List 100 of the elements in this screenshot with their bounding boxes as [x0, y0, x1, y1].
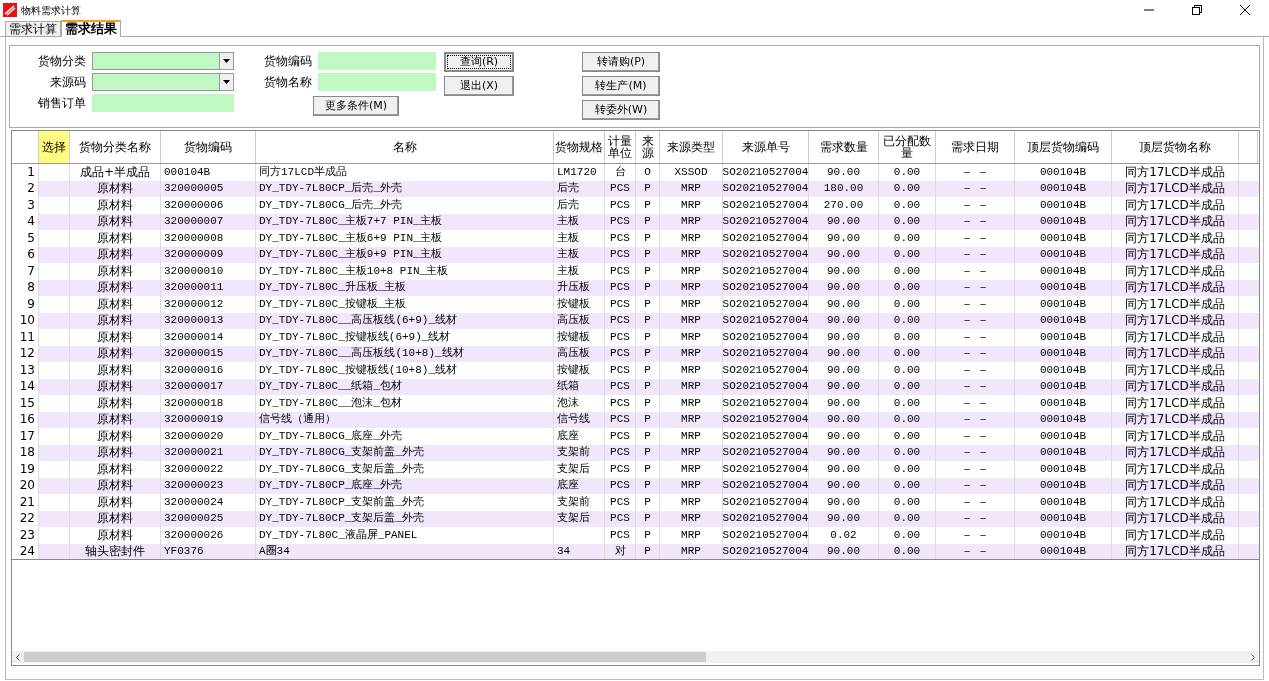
- table-cell: － －: [961, 527, 989, 543]
- column-header[interactable]: 来源: [636, 131, 660, 163]
- more-conditions-button[interactable]: 更多条件(M): [313, 96, 399, 116]
- table-cell: 原材料: [97, 494, 133, 510]
- field-label: 来源码: [49, 74, 87, 91]
- restore-icon[interactable]: [1192, 5, 1202, 15]
- column-header[interactable]: 货物编码: [161, 131, 256, 163]
- table-cell: 原材料: [97, 346, 133, 362]
- column-header[interactable]: 货物规格: [554, 131, 605, 163]
- column-header[interactable]: 已分配数量: [879, 131, 936, 163]
- column-header[interactable]: 需求日期: [936, 131, 1015, 163]
- table-cell: 0.00: [893, 181, 921, 197]
- button[interactable]: 转生产(M): [582, 76, 660, 96]
- table-cell: 000104B: [1039, 461, 1087, 477]
- table-cell: 原材料: [97, 478, 133, 494]
- table-cell: 同方17LCD半成品: [1125, 461, 1225, 477]
- table-cell: SO20210527004: [723, 511, 808, 527]
- table-cell: 000104B: [1039, 445, 1087, 461]
- table-cell: MRP: [681, 379, 701, 395]
- button[interactable]: 转委外(W): [582, 100, 660, 120]
- button[interactable]: 退出(X): [444, 76, 514, 96]
- table-cell: 90.00: [827, 346, 860, 362]
- scroll-right-icon[interactable]: [1251, 653, 1255, 661]
- table-cell: 同方17LCD半成品: [1125, 296, 1225, 312]
- table-cell: MRP: [681, 214, 701, 230]
- table-cell: 000104B: [1039, 395, 1087, 411]
- table-cell: LM1720: [557, 164, 597, 180]
- tab[interactable]: 需求结果: [61, 20, 121, 37]
- table-cell: － －: [961, 181, 989, 197]
- scrollbar-thumb[interactable]: [24, 652, 706, 662]
- table-cell: P: [644, 247, 651, 263]
- table-cell: 原材料: [97, 379, 133, 395]
- table-cell: 320000017: [164, 379, 224, 395]
- table-cell: 320000026: [164, 527, 224, 543]
- table-cell: 320000023: [164, 478, 224, 494]
- table-cell: SO20210527004: [723, 164, 808, 180]
- column-header[interactable]: 来源类型: [660, 131, 723, 163]
- row-number: 8: [27, 280, 35, 296]
- scroll-left-icon[interactable]: [16, 653, 20, 661]
- tab[interactable]: 需求计算: [5, 21, 61, 36]
- close-icon[interactable]: [1240, 5, 1250, 15]
- table-cell: 90.00: [827, 511, 860, 527]
- table-cell: 000104B: [1039, 313, 1087, 329]
- table-cell: － －: [961, 280, 989, 296]
- table-cell: 0.00: [893, 412, 921, 428]
- table-cell: 0.00: [893, 280, 921, 296]
- table-cell: 000104B: [1039, 494, 1087, 510]
- table-cell: 90.00: [827, 214, 860, 230]
- table-cell: 同方17LCD半成品: [1125, 412, 1225, 428]
- table-cell: 90.00: [827, 263, 860, 279]
- table-cell: － －: [961, 543, 989, 559]
- table-cell: P: [644, 511, 651, 527]
- table-cell: 0.00: [893, 197, 921, 213]
- table-cell: 对: [614, 543, 626, 559]
- table-cell: 000104B: [1039, 379, 1087, 395]
- table-cell: 原材料: [97, 428, 133, 444]
- table-cell: 原材料: [97, 329, 133, 345]
- column-header[interactable]: 名称: [256, 131, 554, 163]
- table-cell: MRP: [681, 329, 701, 345]
- column-header[interactable]: 顶层货物名称: [1112, 131, 1239, 163]
- row-number: 4: [27, 214, 35, 230]
- table-cell: 320000013: [164, 313, 224, 329]
- table-cell: 按键板: [557, 362, 590, 378]
- table-cell: 按键板: [557, 296, 590, 312]
- table-cell: DY_TDY-7L80C_主板7+7 PIN_主板: [259, 214, 442, 230]
- table-cell: PCS: [610, 362, 630, 378]
- dropdown-field[interactable]: [92, 52, 234, 70]
- column-header[interactable]: 选择: [39, 131, 70, 163]
- table-cell: 000104B: [1039, 511, 1087, 527]
- table-cell: 90.00: [827, 247, 860, 263]
- table-cell: PCS: [610, 296, 630, 312]
- table-cell: 000104B: [1039, 296, 1087, 312]
- table-cell: SO20210527004: [723, 412, 808, 428]
- table-cell: P: [644, 395, 651, 411]
- table-cell: 90.00: [827, 412, 860, 428]
- row-number: 12: [19, 346, 35, 362]
- column-header[interactable]: 计量单位: [605, 131, 636, 163]
- table-cell: DY_TDY-7L80C_按键板线(6+9)_线材: [259, 329, 451, 345]
- button[interactable]: 转请购(P): [582, 52, 660, 72]
- column-header[interactable]: 需求数量: [809, 131, 879, 163]
- table-cell: DY_TDY-7L80CP_支架后盖_外壳: [259, 511, 425, 527]
- table-cell: PCS: [610, 511, 630, 527]
- column-header[interactable]: 来源单号: [723, 131, 809, 163]
- input-field[interactable]: [92, 94, 234, 112]
- row-number: 10: [19, 313, 35, 329]
- table-cell: 主板: [557, 263, 579, 279]
- button[interactable]: 查询(R): [444, 52, 514, 72]
- dropdown-field[interactable]: [92, 73, 234, 91]
- column-header[interactable]: 顶层货物编码: [1015, 131, 1112, 163]
- table-cell: 主板: [557, 230, 579, 246]
- table-cell: 原材料: [97, 511, 133, 527]
- table-cell: P: [644, 197, 651, 213]
- table-cell: 高压板: [557, 346, 590, 362]
- input-field[interactable]: [318, 52, 436, 70]
- table-cell: P: [644, 362, 651, 378]
- table-cell: DY_TDY-7L80C__高压板线(10+8)_线材: [259, 346, 464, 362]
- column-header[interactable]: 货物分类名称: [70, 131, 161, 163]
- table-cell: － －: [961, 494, 989, 510]
- table-cell: DY_TDY-7L80C_主板6+9 PIN_主板: [259, 230, 442, 246]
- input-field[interactable]: [318, 73, 436, 91]
